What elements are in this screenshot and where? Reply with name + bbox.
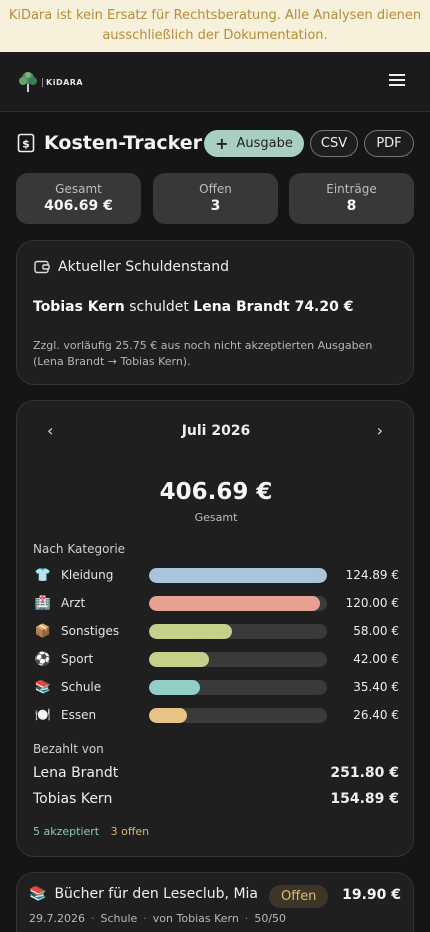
debt-verb: schuldet (129, 299, 189, 315)
pdf-label: PDF (376, 136, 402, 151)
expense-title: Bücher für den Leseclub, Mia (54, 886, 259, 902)
add-expense-label: Ausgabe (236, 136, 293, 151)
payer-name: Tobias Kern (33, 791, 113, 807)
open-count: 3 offen (110, 825, 150, 838)
payer-amount: 251.80 € (330, 765, 399, 781)
month-total-label: Gesamt (194, 511, 238, 524)
category-amount: 58.00 € (353, 624, 399, 638)
category-row: 👕 Kleidung 124.89 € (33, 565, 399, 585)
category-bar-track (149, 679, 327, 695)
category-name: Sport (61, 652, 94, 666)
expense-list-item[interactable]: 📚 Bücher für den Leseclub, Mia Offen 19.… (16, 872, 414, 932)
monthly-overview-card: ‹ Juli 2026 › 406.69 € Gesamt Nach Kateg… (16, 400, 414, 857)
category-heading: Nach Kategorie (33, 542, 126, 556)
plus-icon: + (215, 134, 229, 153)
stat-label: Einträge (326, 182, 377, 196)
category-amount: 35.40 € (353, 680, 399, 694)
svg-text:$: $ (22, 138, 30, 151)
category-row: 📚 Schule 35.40 € (33, 677, 399, 697)
debt-summary: Tobias Kern schuldet Lena Brandt 74.20 € (33, 299, 353, 315)
tree-logo-icon (19, 72, 37, 92)
stat-total: Gesamt 406.69 € (16, 173, 141, 224)
category-row: 📦 Sonstiges 58.00 € (33, 621, 399, 641)
stat-open: Offen 3 (153, 173, 278, 224)
debtor-name: Tobias Kern (33, 299, 125, 315)
category-bar-fill (149, 707, 187, 723)
soccer-ball-icon: ⚽ (34, 651, 52, 667)
csv-label: CSV (320, 136, 348, 151)
stat-label: Gesamt (55, 182, 102, 196)
books-icon: 📚 (29, 886, 47, 902)
category-amount: 26.40 € (353, 708, 399, 722)
package-icon: 📦 (34, 623, 52, 639)
next-month-button[interactable]: › (377, 421, 383, 440)
category-bar-fill (149, 623, 232, 639)
export-pdf-button[interactable]: PDF (364, 130, 414, 157)
category-name: Essen (61, 708, 97, 722)
category-name: Sonstiges (61, 624, 120, 638)
debt-heading: Aktueller Schuldenstand (58, 259, 229, 275)
expense-category: Schule (100, 912, 138, 925)
page-title: Kosten-Tracker (44, 132, 203, 154)
category-bar-track (149, 567, 327, 583)
category-bar-track (149, 595, 327, 611)
category-amount: 42.00 € (353, 652, 399, 666)
payer-row: Lena Brandt 251.80 € (33, 762, 399, 784)
stat-value: 8 (346, 198, 357, 214)
month-title: Juli 2026 (181, 423, 251, 439)
expense-date: 29.7.2026 (29, 912, 85, 925)
category-name: Arzt (61, 596, 86, 610)
hamburger-menu-button[interactable] (388, 72, 406, 90)
payer-row: Tobias Kern 154.89 € (33, 788, 399, 810)
category-bar-fill (149, 679, 200, 695)
kidara-logo[interactable]: KiDARA (17, 70, 83, 94)
status-badge: Offen (269, 885, 329, 908)
category-name: Kleidung (61, 568, 114, 582)
tshirt-icon: 👕 (34, 567, 52, 583)
books-icon: 📚 (34, 679, 52, 695)
category-bar-track (149, 623, 327, 639)
acceptance-status: 5 akzeptiert 3 offen (33, 825, 149, 838)
dollar-document-icon: $ (17, 133, 35, 153)
category-bar-track (149, 651, 327, 667)
expense-split: 50/50 (254, 912, 287, 925)
category-row: ⚽ Sport 42.00 € (33, 649, 399, 669)
stat-entries: Einträge 8 (289, 173, 414, 224)
stat-value: 406.69 € (44, 198, 113, 214)
category-row: 🍽️ Essen 26.40 € (33, 705, 399, 725)
accepted-count: 5 akzeptiert (33, 825, 100, 838)
stat-value: 3 (210, 198, 221, 214)
add-expense-button[interactable]: + Ausgabe (204, 130, 304, 157)
paid-by-heading: Bezahlt von (33, 742, 104, 756)
debt-card-header: Aktueller Schuldenstand (34, 259, 229, 275)
payer-name: Lena Brandt (33, 765, 119, 781)
payer-amount: 154.89 € (330, 791, 399, 807)
logo-text: KiDARA (42, 77, 83, 87)
category-bar-fill (149, 651, 209, 667)
category-bar-fill (149, 567, 327, 583)
export-csv-button[interactable]: CSV (310, 130, 358, 157)
plate-cutlery-icon: 🍽️ (34, 707, 52, 723)
expense-meta: 29.7.2026 · Schule · von Tobias Kern · 50/50 (29, 912, 287, 925)
disclaimer-text: KiDara ist kein Ersatz für Rechtsberatun… (8, 8, 422, 43)
category-row: 🏥 Arzt 120.00 € (33, 593, 399, 613)
hospital-icon: 🏥 (34, 595, 52, 611)
expense-amount: 19.90 € (342, 887, 401, 903)
category-amount: 120.00 € (345, 596, 399, 610)
top-navigation-bar: KiDARA (0, 52, 430, 112)
category-bar-fill (149, 595, 320, 611)
stat-label: Offen (199, 182, 232, 196)
category-bar-track (149, 707, 327, 723)
category-name: Schule (61, 680, 102, 694)
month-total: 406.69 € (159, 479, 273, 505)
creditor-amount: Lena Brandt 74.20 € (193, 299, 354, 315)
disclaimer-banner: KiDara ist kein Ersatz für Rechtsberatun… (0, 0, 430, 52)
category-amount: 124.89 € (345, 568, 399, 582)
debt-status-card: Aktueller Schuldenstand Tobias Kern schu… (16, 240, 414, 385)
hamburger-icon (389, 74, 405, 86)
expense-payer: von Tobias Kern (152, 912, 239, 925)
expense-title-row: 📚 Bücher für den Leseclub, Mia (29, 886, 258, 902)
pending-debt-note: Zzgl. vorläufig 25.75 € aus noch nicht a… (33, 339, 373, 368)
wallet-icon (34, 260, 50, 274)
